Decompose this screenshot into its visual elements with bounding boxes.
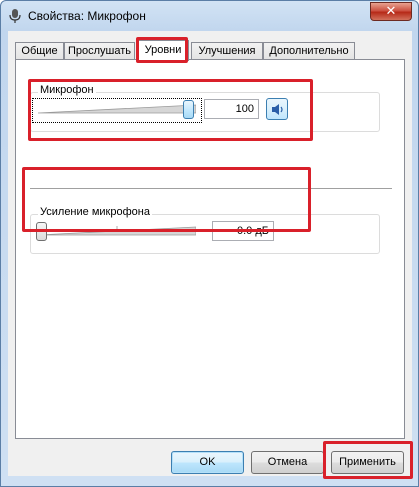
microphone-slider-track[interactable] [38, 104, 196, 114]
mute-button[interactable] [266, 98, 288, 120]
boost-slider-thumb[interactable] [36, 222, 47, 241]
microphone-value[interactable]: 100 [204, 99, 259, 119]
boost-label: Усиление микрофона [38, 206, 152, 218]
tab-general[interactable]: Общие [15, 42, 64, 60]
speaker-icon [272, 104, 283, 115]
cancel-button[interactable]: Отмена [251, 451, 324, 474]
tab-advanced[interactable]: Дополнительно [263, 42, 355, 60]
boost-value[interactable]: 0.0 дБ [212, 221, 274, 241]
microphone-slider-thumb[interactable] [183, 100, 194, 119]
apply-button[interactable]: Применить [331, 451, 404, 474]
title-bar[interactable]: Свойства: Микрофон ✕ [1, 1, 418, 31]
ok-button[interactable]: OK [171, 451, 244, 474]
microphone-icon [9, 9, 21, 23]
close-icon: ✕ [385, 4, 397, 19]
close-button[interactable]: ✕ [370, 2, 412, 21]
tab-levels[interactable]: Уровни [137, 40, 189, 61]
tab-listen[interactable]: Прослушать [64, 42, 135, 60]
boost-slider-track[interactable] [38, 226, 196, 236]
window-title: Свойства: Микрофон [28, 9, 146, 23]
tab-enhancements[interactable]: Улучшения [191, 42, 263, 60]
section-separator [30, 188, 392, 189]
boost-group: Усиление микрофона 0.0 дБ [30, 206, 380, 254]
microphone-group: Микрофон 100 [30, 84, 380, 132]
dialog-content: Общие Прослушать Уровни Улучшения Дополн… [8, 31, 412, 476]
microphone-label: Микрофон [38, 84, 96, 96]
levels-panel: Микрофон 100 Усиление микрофона 0.0 дБ [15, 59, 405, 439]
properties-window: Свойства: Микрофон ✕ Общие Прослушать Ур… [0, 0, 419, 487]
